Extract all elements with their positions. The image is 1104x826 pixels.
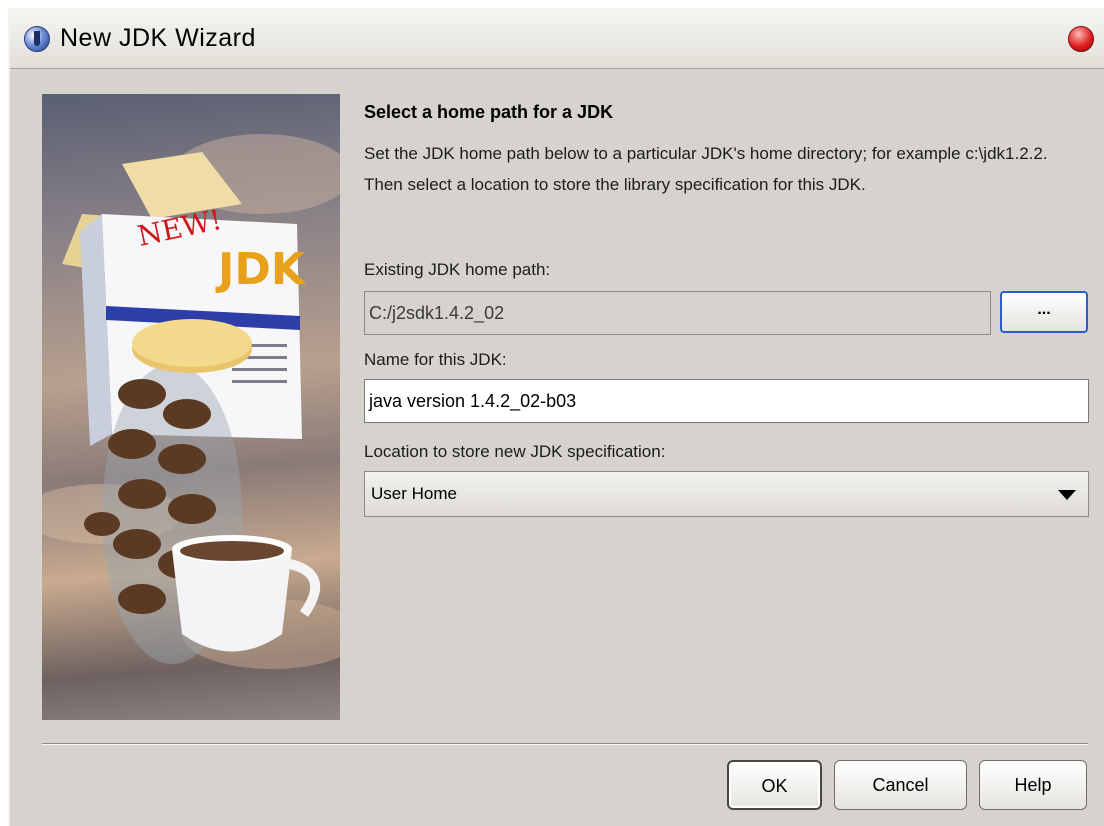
browse-button[interactable]: ... bbox=[1000, 291, 1088, 333]
close-icon[interactable] bbox=[1068, 26, 1094, 52]
step-description: Set the JDK home path below to a particu… bbox=[364, 144, 1048, 194]
help-button[interactable]: Help bbox=[979, 760, 1087, 810]
new-jdk-wizard-dialog: New JDK Wizard NEW! JDK Select a home pa… bbox=[8, 8, 1104, 826]
title-bar[interactable]: New JDK Wizard bbox=[10, 10, 1104, 69]
jdk-box-illustration: NEW! JDK bbox=[42, 94, 340, 720]
step-heading: Select a home path for a JDK bbox=[364, 102, 614, 122]
window-title: New JDK Wizard bbox=[60, 24, 256, 52]
jdk-brand-text: JDK bbox=[215, 244, 307, 295]
location-selected-value: User Home bbox=[371, 484, 457, 503]
dropdown-arrow-icon bbox=[1058, 490, 1076, 500]
location-label: Location to store new JDK specification: bbox=[364, 442, 666, 461]
location-dropdown[interactable]: User Home bbox=[364, 471, 1089, 517]
jdk-name-input[interactable]: java version 1.4.2_02-b03 bbox=[364, 379, 1089, 423]
ok-button[interactable]: OK bbox=[727, 760, 822, 810]
home-path-label: Existing JDK home path: bbox=[364, 260, 551, 279]
jdk-box-illustration-image: NEW! JDK bbox=[42, 134, 340, 669]
jdk-name-label: Name for this JDK: bbox=[364, 350, 507, 369]
button-separator bbox=[42, 743, 1088, 745]
home-path-field: C:/j2sdk1.4.2_02 bbox=[364, 291, 991, 335]
cancel-button[interactable]: Cancel bbox=[834, 760, 967, 810]
java-icon bbox=[24, 26, 50, 52]
